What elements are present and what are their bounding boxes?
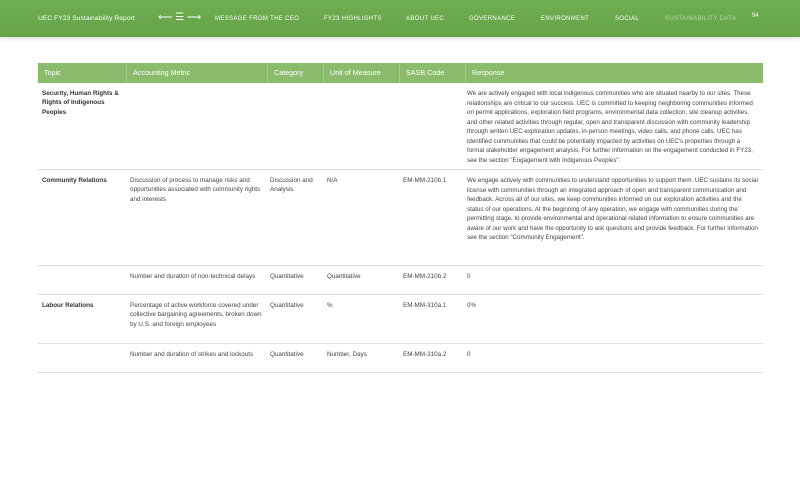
response-cell: 0% <box>467 302 476 309</box>
nav-item-about-uec[interactable]: ABOUT UEC <box>406 16 444 22</box>
column-header-category: Category <box>267 63 323 83</box>
column-header-sasb-code: SASB Code <box>399 63 465 83</box>
topic-cell: Labour Relations <box>42 302 94 309</box>
nav-item-social[interactable]: SOCIAL <box>615 16 639 22</box>
column-header-unit-of-measure: Unit of Measure <box>323 63 399 83</box>
unit-cell: Quantitative <box>327 273 361 280</box>
topic-cell: Community Relations <box>42 177 107 184</box>
response-cell: We engage actively with communities to u… <box>467 177 758 241</box>
metric-cell: Number and duration of non-technical del… <box>130 273 256 280</box>
category-cell: Quantitative <box>270 273 304 280</box>
column-header-response: Response <box>465 63 763 83</box>
topic-cell: Security, Human Rights & Rights of Indig… <box>42 90 119 116</box>
response-cell: We are actively engaged with local indig… <box>467 90 753 164</box>
top-navigation-bar: UEC FY23 Sustainability Report ⟵ ☰ ⟶ MES… <box>0 0 800 37</box>
table-row: Number and duration of non-technical del… <box>38 266 763 295</box>
nav-item-sustainability-data[interactable]: SUSTAINABILITY DATA <box>665 16 736 22</box>
table-row: Labour Relations Percentage of active wo… <box>38 295 763 344</box>
table-row: Number and duration of strikes and locko… <box>38 344 763 373</box>
report-title-link[interactable]: UEC FY23 Sustainability Report <box>38 15 135 22</box>
table-row: Community Relations Discussion of proces… <box>38 170 763 266</box>
metric-cell: Number and duration of strikes and locko… <box>130 351 254 358</box>
metric-cell: Discussion of process to manage risks an… <box>130 177 261 203</box>
nav-item-message-from-ceo[interactable]: MESSAGE FROM THE CEO <box>215 16 299 22</box>
nav-item-fy23-highlights[interactable]: FY23 HIGHLIGHTS <box>324 16 382 22</box>
sasb-table: Topic Accounting Metric Category Unit of… <box>38 63 763 373</box>
metric-cell: Percentage of active workforce covered u… <box>130 302 262 328</box>
unit-cell: Number, Days <box>327 351 367 358</box>
sasb-code-cell: EM-MM-210b.2 <box>403 273 447 280</box>
page-navigation-arrows-icon[interactable]: ⟵ ☰ ⟶ <box>158 12 201 24</box>
column-header-topic: Topic <box>44 68 61 77</box>
table-row: Security, Human Rights & Rights of Indig… <box>38 83 763 170</box>
nav-item-governance[interactable]: GOVERNANCE <box>469 16 515 22</box>
response-cell: 0 <box>467 273 471 280</box>
column-header-accounting-metric: Accounting Metric <box>126 63 267 83</box>
sasb-code-cell: EM-MM-210b.1 <box>403 177 447 184</box>
category-cell: Discussion and Analysis <box>270 177 313 194</box>
sasb-code-cell: EM-MM-310a.2 <box>403 351 447 358</box>
response-cell: 0 <box>467 351 471 358</box>
unit-cell: N/A <box>327 177 338 184</box>
page-number: 94 <box>752 13 759 19</box>
table-header: Topic Accounting Metric Category Unit of… <box>38 63 763 83</box>
category-cell: Quantitative <box>270 302 304 309</box>
unit-cell: % <box>327 302 333 309</box>
sasb-code-cell: EM-MM-310a.1 <box>403 302 447 309</box>
category-cell: Quantitative <box>270 351 304 358</box>
nav-item-environment[interactable]: ENVIRONMENT <box>541 16 589 22</box>
